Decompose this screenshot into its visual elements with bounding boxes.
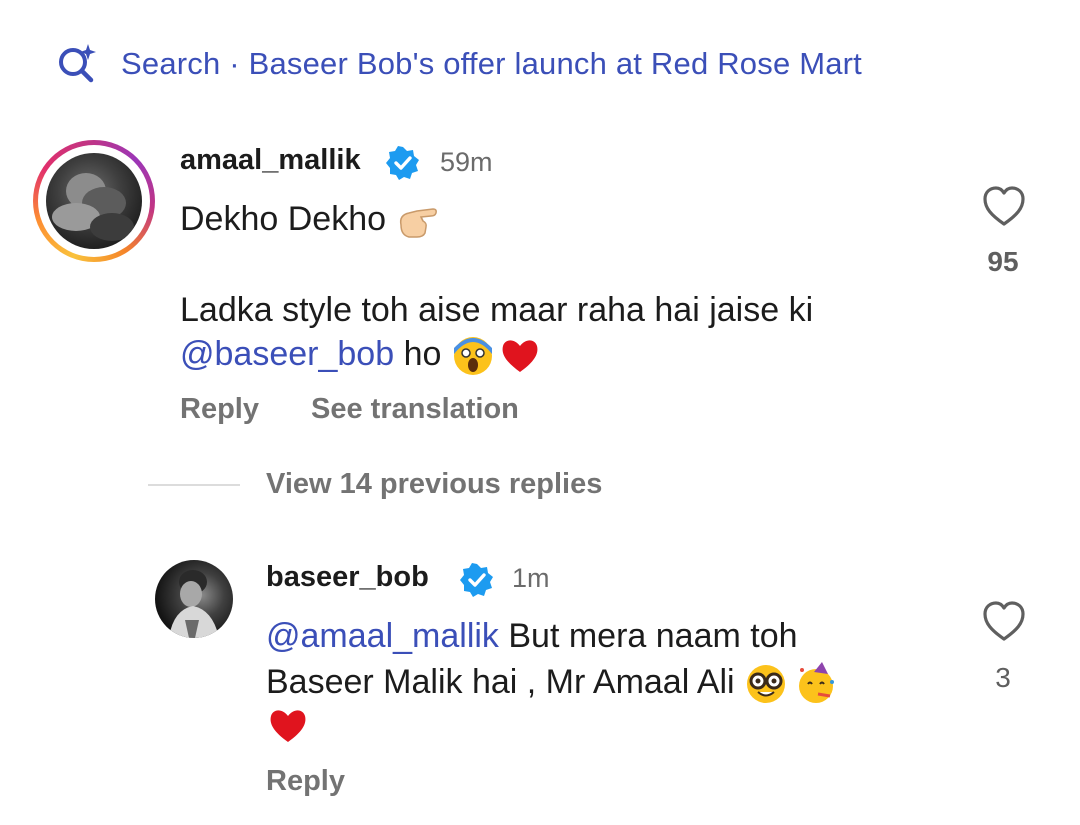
search-query-text: Search · Baseer Bob's offer launch at Re…: [121, 46, 862, 82]
see-translation-button[interactable]: See translation: [311, 393, 519, 426]
red-heart-emoji: [270, 710, 306, 743]
mention-link[interactable]: @baseer_bob: [180, 335, 394, 373]
scream-emoji: [453, 337, 492, 376]
reply-line-2: Baseer Malik hai , Mr Amaal Ali: [266, 659, 838, 706]
search-separator: ·: [220, 46, 249, 81]
view-previous-replies-button[interactable]: View 14 previous replies: [266, 468, 602, 501]
reply-button[interactable]: Reply: [180, 393, 259, 426]
reply-text-1: But mera naam toh: [498, 617, 798, 655]
search-label: Search: [121, 46, 221, 81]
search-query: Baseer Bob's offer launch at Red Rose Ma…: [248, 46, 862, 81]
comment-text-1: Dekho Dekho: [180, 200, 387, 238]
comment-username[interactable]: amaal_mallik: [180, 144, 361, 177]
verified-badge-icon: [460, 563, 493, 597]
avatar-baseer-bob[interactable]: [155, 560, 233, 638]
heart-outline-icon[interactable]: [981, 184, 1027, 230]
comment-line-3: @baseer_bob ho: [180, 331, 542, 378]
search-sparkle-icon: [59, 44, 96, 83]
reply-time: 1m: [512, 563, 550, 593]
red-heart-emoji: [502, 340, 538, 373]
reply-text-2: Baseer Malik hai , Mr Amaal Ali: [266, 663, 735, 701]
comment-time: 59m: [440, 147, 493, 177]
party-face-emoji: [798, 662, 834, 704]
heart-outline-icon[interactable]: [981, 599, 1027, 645]
mention-link[interactable]: @amaal_mallik: [266, 617, 499, 655]
reply-username[interactable]: baseer_bob: [266, 561, 429, 594]
comment-line-1: Dekho Dekho: [180, 196, 439, 243]
like-count: 3: [995, 662, 1011, 693]
like-count: 95: [987, 246, 1019, 277]
pointing-hand-emoji: [400, 208, 438, 238]
nerd-face-emoji: [747, 665, 786, 704]
comment-text-3: ho: [394, 335, 442, 373]
reply-button[interactable]: Reply: [266, 765, 345, 798]
replies-divider: [148, 484, 240, 486]
reply-line-3: [266, 701, 310, 748]
search-bar[interactable]: Search · Baseer Bob's offer launch at Re…: [55, 40, 862, 88]
verified-badge-icon: [386, 146, 419, 180]
comment-text-2: Ladka style toh aise maar raha hai jaise…: [180, 291, 814, 329]
avatar-amaal-mallik[interactable]: [46, 153, 142, 249]
reply-line-1: @amaal_mallik But mera naam toh: [266, 613, 798, 659]
